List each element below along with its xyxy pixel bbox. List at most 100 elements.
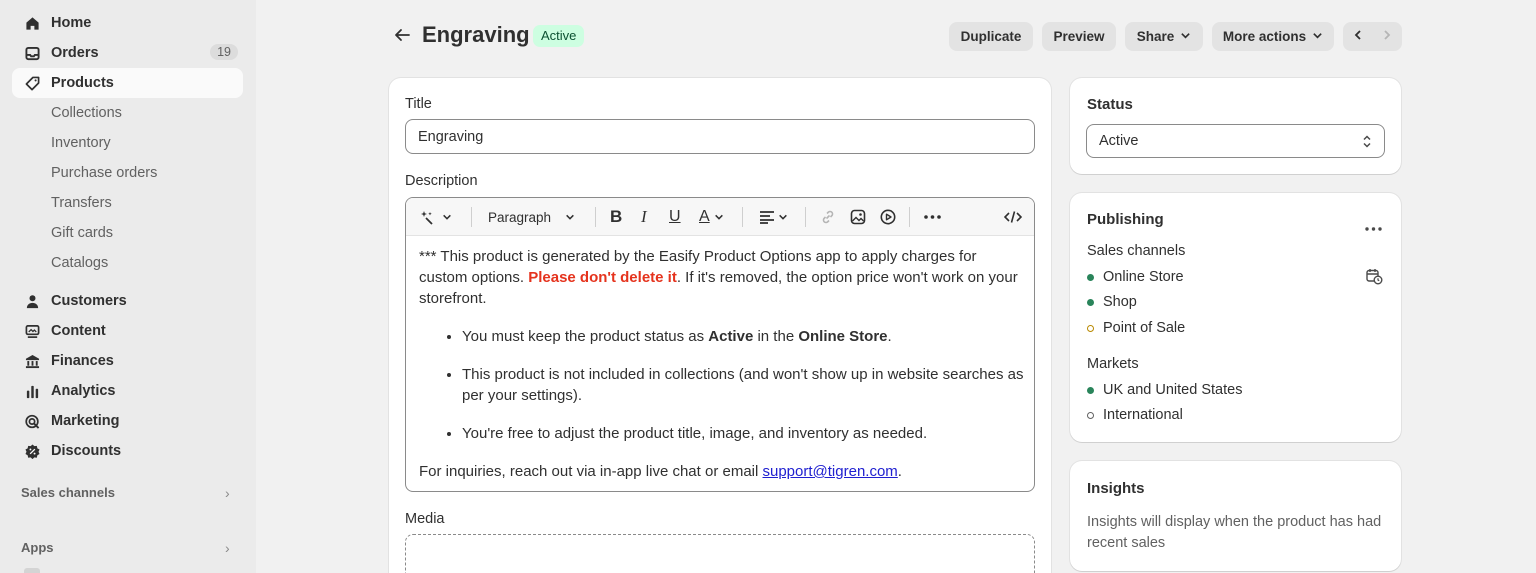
title-input[interactable]: Engraving — [405, 119, 1035, 154]
text-run: You must keep the product status as — [462, 328, 709, 345]
toolbar-divider — [595, 207, 596, 227]
bold-text: Active — [708, 328, 754, 345]
toolbar-divider — [471, 207, 472, 227]
sidebar-item-orders[interactable]: Orders 19 — [12, 38, 243, 68]
channel-shop: Shop — [1087, 292, 1137, 312]
bar-chart-icon — [24, 383, 40, 399]
sidebar-subitem-gift-cards[interactable]: Gift cards — [51, 223, 113, 243]
sidebar-item-label: Home — [51, 15, 92, 31]
toolbar-divider — [742, 207, 743, 227]
more-icon[interactable] — [924, 207, 941, 227]
description-editor[interactable]: Paragraph B I U A *** This product is ge… — [405, 197, 1035, 492]
sidebar-item-label: Products — [51, 75, 114, 91]
target-icon — [24, 413, 40, 429]
sidebar-item-label: Marketing — [51, 413, 120, 429]
media-dropzone[interactable] — [405, 534, 1035, 573]
content-icon — [24, 323, 40, 339]
paragraph-format-select[interactable]: Paragraph — [488, 207, 575, 227]
text-run: in the — [753, 328, 799, 345]
toolbar-divider — [909, 207, 910, 227]
sidebar-subitem-purchase-orders[interactable]: Purchase orders — [51, 163, 157, 183]
video-icon[interactable] — [880, 207, 896, 227]
calendar-schedule-icon[interactable] — [1366, 268, 1383, 288]
page-title: Engraving — [422, 22, 530, 47]
duplicate-button[interactable]: Duplicate — [949, 22, 1033, 51]
market-name: UK and United States — [1103, 382, 1243, 398]
sidebar-item-content[interactable]: Content — [12, 316, 243, 346]
description-list: You must keep the product status as Acti… — [462, 326, 1024, 444]
sidebar-subitem-collections[interactable]: Collections — [51, 103, 122, 123]
sidebar-item-analytics[interactable]: Analytics — [12, 376, 243, 406]
share-button[interactable]: Share — [1125, 22, 1203, 51]
sidebar-subitem-catalogs[interactable]: Catalogs — [51, 253, 108, 273]
sidebar-section-sales-channels[interactable]: Sales channels — [21, 485, 115, 500]
text-run: . — [887, 328, 892, 345]
sidebar-item-home[interactable]: Home — [12, 8, 243, 38]
warning-text: Please don't delete it — [528, 269, 677, 286]
status-select[interactable]: Active — [1086, 124, 1385, 158]
more-options-icon[interactable] — [1365, 218, 1382, 234]
market-name: International — [1103, 407, 1183, 423]
sidebar-subitem-transfers[interactable]: Transfers — [51, 193, 112, 213]
italic-icon[interactable]: I — [641, 207, 647, 227]
tag-icon — [24, 75, 40, 91]
list-item: You must keep the product status as Acti… — [462, 326, 1024, 347]
list-item: You're free to adjust the product title,… — [462, 423, 1024, 444]
image-icon[interactable] — [850, 207, 866, 227]
status-dot — [1087, 273, 1094, 281]
channel-point-of-sale: Point of Sale — [1087, 318, 1185, 338]
sidebar-section-apps[interactable]: Apps — [21, 540, 54, 555]
sidebar-item-products[interactable]: Products — [12, 68, 243, 98]
description-label: Description — [405, 173, 478, 189]
channel-name: Online Store — [1103, 269, 1184, 285]
title-label: Title — [405, 96, 432, 112]
sidebar-item-discounts[interactable]: Discounts — [12, 436, 243, 466]
align-icon[interactable] — [759, 207, 788, 227]
sidebar-item-label: Orders — [51, 45, 99, 61]
sidebar-item-finances[interactable]: Finances — [12, 346, 243, 376]
sidebar: Home Orders 19 Products Collections Inve… — [0, 0, 256, 573]
chevron-down-icon — [1180, 30, 1191, 44]
code-view-icon[interactable] — [1004, 207, 1022, 227]
channel-name: Shop — [1103, 294, 1137, 310]
back-arrow-icon[interactable] — [393, 26, 413, 46]
status-heading: Status — [1087, 96, 1133, 113]
app-icon — [24, 568, 40, 573]
sidebar-item-label: Finances — [51, 353, 114, 369]
description-paragraph: For inquiries, reach out via in-app live… — [419, 461, 1024, 482]
status-badge: Active — [533, 25, 585, 47]
bold-icon[interactable]: B — [610, 207, 622, 227]
bank-icon — [24, 353, 40, 369]
market-international: International — [1087, 405, 1183, 425]
description-paragraph: *** This product is generated by the Eas… — [419, 246, 1024, 309]
text-color-icon[interactable]: A — [699, 207, 724, 227]
magic-icon[interactable] — [419, 207, 452, 227]
chevron-right-icon[interactable]: › — [225, 540, 230, 556]
list-item: This product is not included in collecti… — [462, 364, 1024, 406]
sidebar-item-marketing[interactable]: Marketing — [12, 406, 243, 436]
duplicate-label: Duplicate — [960, 29, 1022, 44]
markets-label: Markets — [1087, 356, 1139, 372]
sidebar-item-label: Discounts — [51, 443, 122, 459]
underline-icon[interactable]: U — [669, 207, 681, 227]
chevron-left-icon[interactable] — [1352, 29, 1364, 44]
sidebar-item-customers[interactable]: Customers — [12, 286, 243, 316]
sidebar-item-label: Customers — [51, 293, 127, 309]
sidebar-item-label: Content — [51, 323, 106, 339]
chevron-right-icon[interactable]: › — [225, 485, 230, 501]
text-run: . — [897, 463, 902, 480]
link-icon[interactable] — [820, 207, 836, 227]
status-select-value: Active — [1099, 133, 1139, 149]
status-dot — [1087, 386, 1094, 394]
sidebar-subitem-inventory[interactable]: Inventory — [51, 133, 111, 153]
more-actions-button[interactable]: More actions — [1212, 22, 1334, 51]
sidebar-item-label: Analytics — [51, 383, 116, 399]
insights-heading: Insights — [1087, 480, 1145, 497]
description-content[interactable]: *** This product is generated by the Eas… — [419, 246, 1024, 491]
preview-button[interactable]: Preview — [1042, 22, 1116, 51]
email-link[interactable]: support@tigren.com — [763, 463, 898, 480]
inbox-icon — [24, 45, 40, 61]
select-arrows-icon — [1362, 134, 1372, 153]
toolbar-divider — [805, 207, 806, 227]
chevron-right-icon[interactable] — [1381, 29, 1393, 44]
